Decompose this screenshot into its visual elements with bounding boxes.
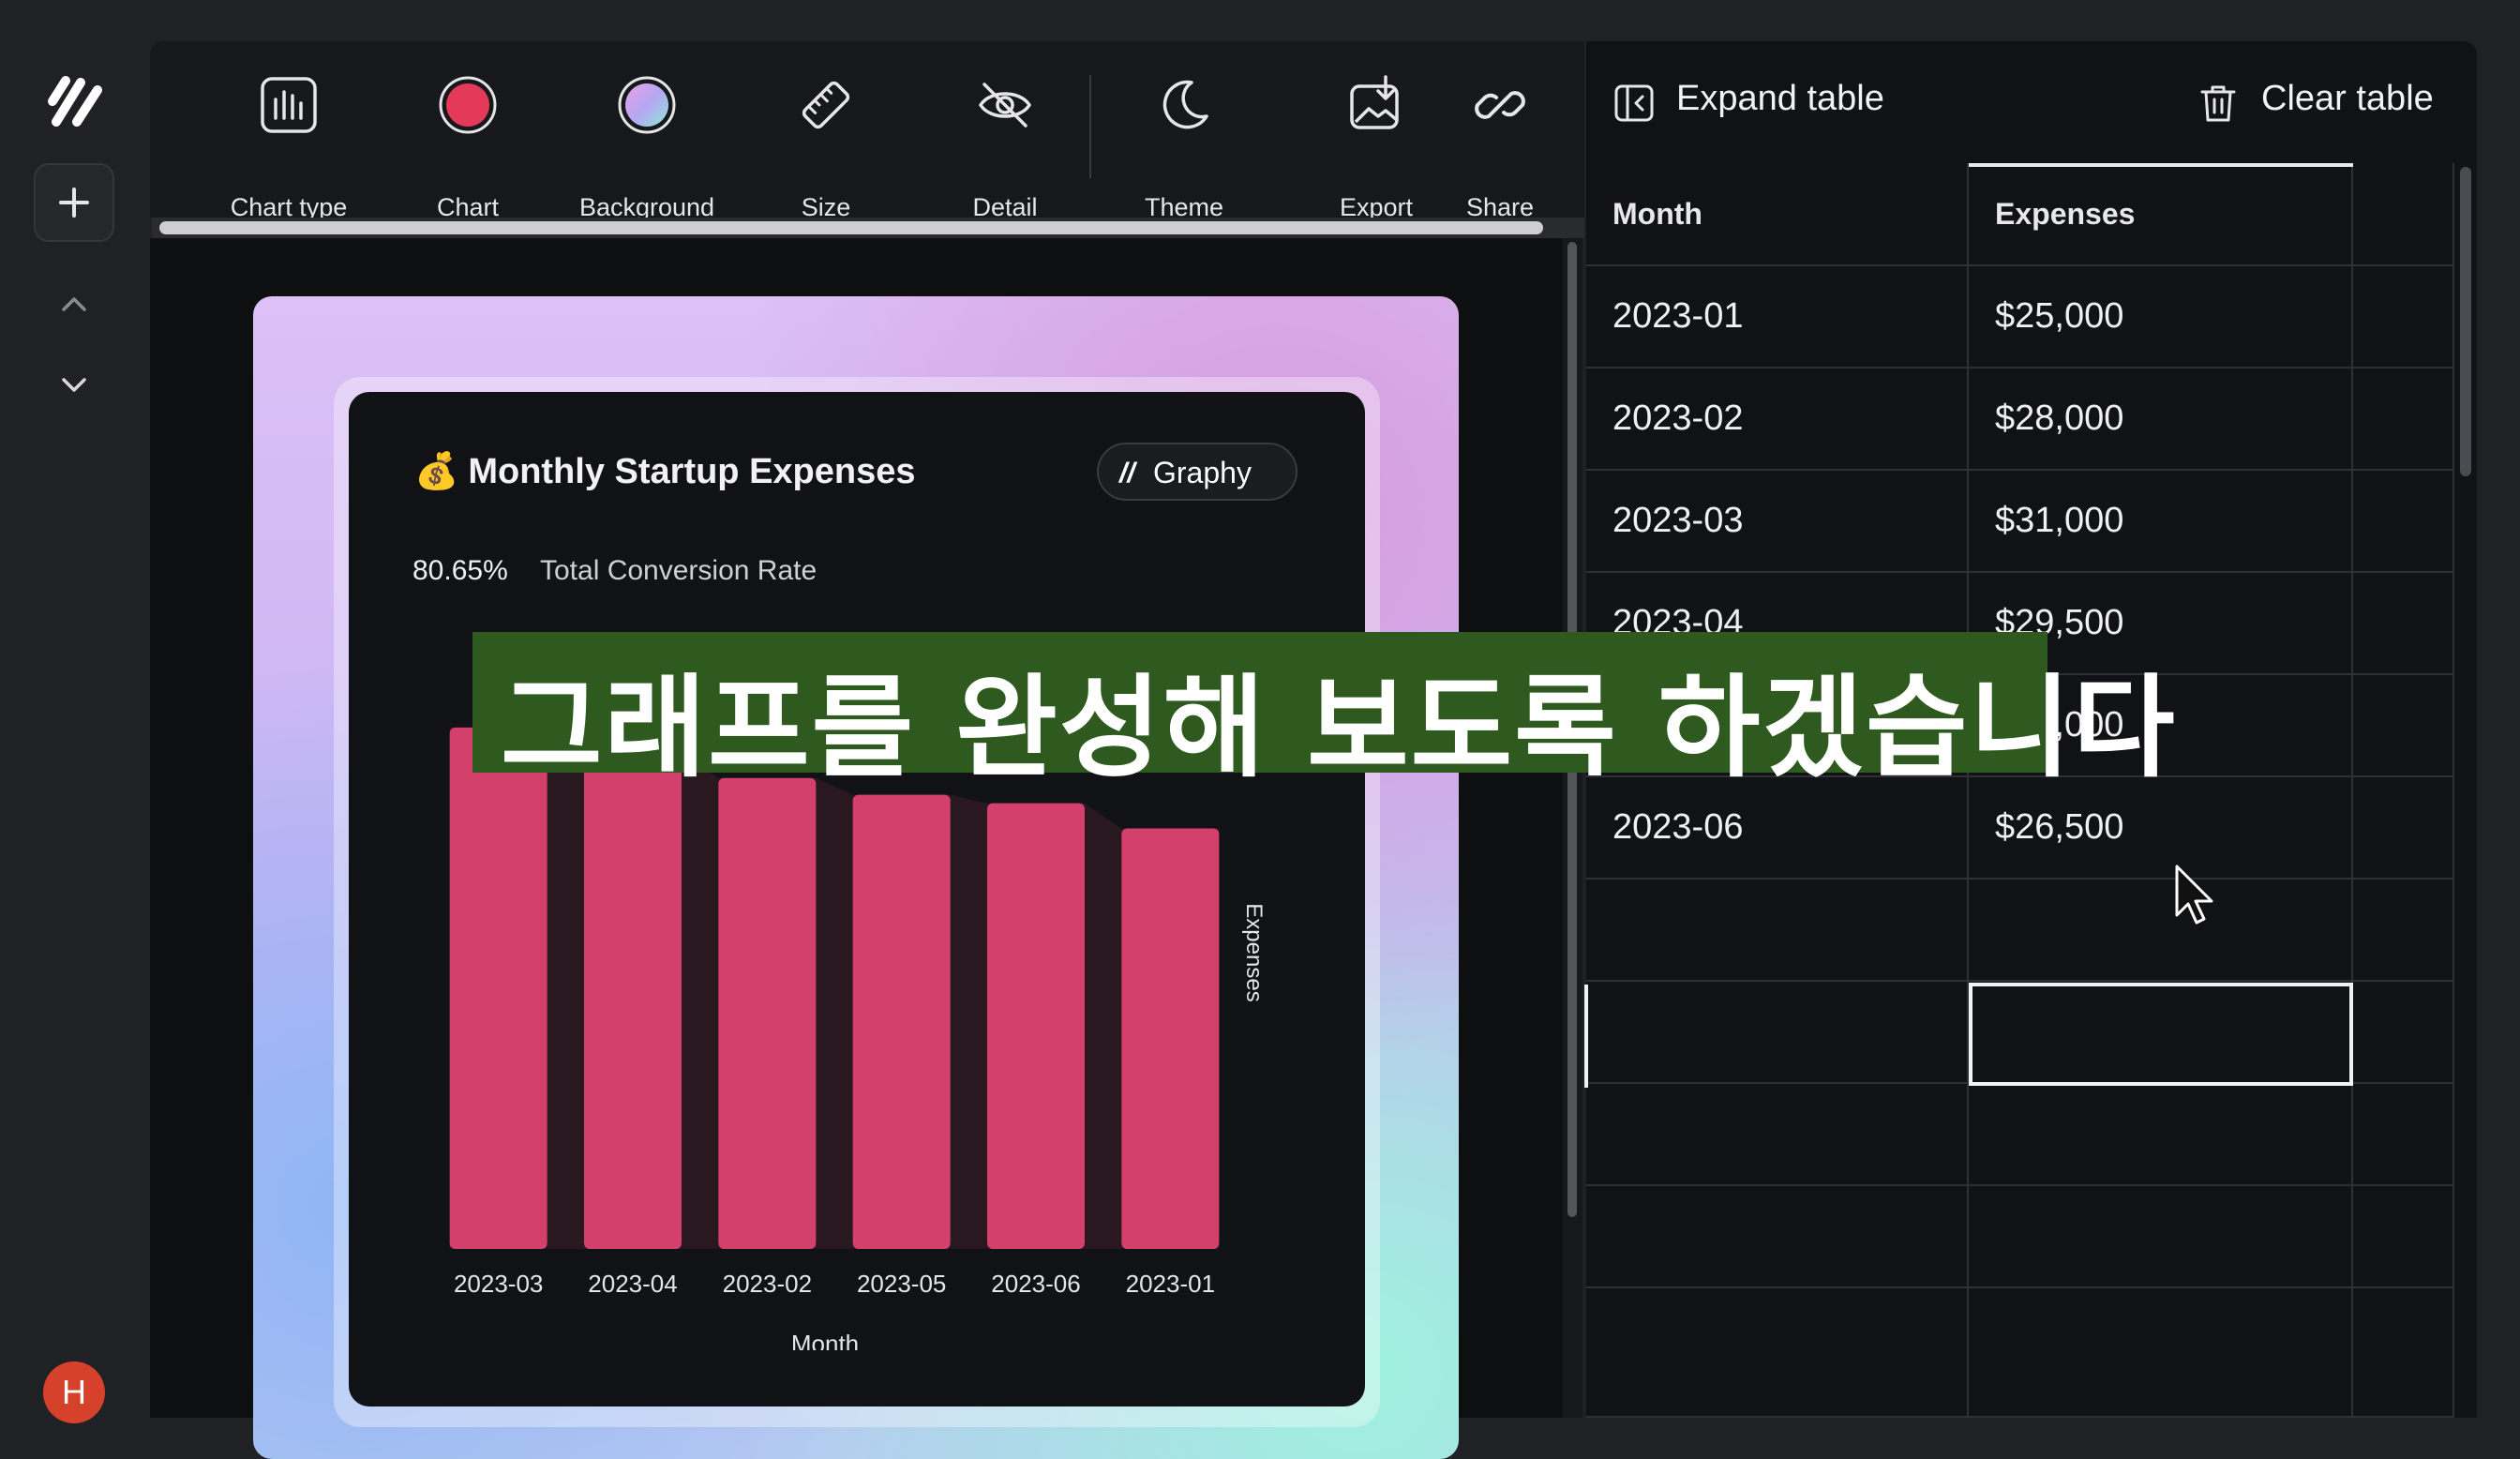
chart-title[interactable]: 💰 Monthly Startup Expenses xyxy=(414,450,916,493)
scroll-up-button[interactable] xyxy=(49,283,99,324)
table-cell[interactable] xyxy=(1586,1186,1969,1288)
horizontal-scrollbar-thumb[interactable] xyxy=(159,221,1543,234)
link-icon xyxy=(1475,91,1525,119)
bar-2023-01 xyxy=(1121,828,1220,1249)
bar-2023-05 xyxy=(852,794,951,1249)
x-axis-label: Month xyxy=(791,1330,859,1350)
toolbar-divider xyxy=(1089,75,1091,178)
table-cell[interactable] xyxy=(2353,982,2454,1084)
table-cell[interactable] xyxy=(1586,1084,1969,1186)
detail-button[interactable]: Detail xyxy=(921,41,1089,221)
x-tick-label: 2023-04 xyxy=(588,1270,677,1298)
column-header-expenses[interactable]: Expenses xyxy=(1969,163,2353,266)
bar-chart-icon xyxy=(261,77,317,133)
chart-color-button[interactable]: Chart xyxy=(383,41,552,221)
table-cell[interactable] xyxy=(1586,880,1969,982)
image-download-icon xyxy=(1350,75,1399,129)
x-tick-label: 2023-06 xyxy=(991,1270,1080,1298)
bar-2023-04 xyxy=(584,752,682,1249)
expand-table-label: Expand table xyxy=(1676,79,1884,118)
bar-shadow-area xyxy=(449,727,1220,1249)
graphy-mark-icon: // xyxy=(1119,458,1135,489)
bar-2023-03 xyxy=(449,727,548,1249)
table-cell[interactable]: $25,000 xyxy=(1969,266,2353,369)
chart-toolbar: Chart type Chart Background Size Detail … xyxy=(150,41,1584,221)
x-tick-label: 2023-05 xyxy=(857,1270,946,1298)
graphy-badge-text: Graphy xyxy=(1153,456,1252,489)
chart-type-button[interactable]: Chart type xyxy=(204,41,373,221)
bar-2023-02 xyxy=(718,777,817,1249)
table-cell[interactable] xyxy=(2353,1288,2454,1418)
table-cell[interactable] xyxy=(2353,1084,2454,1186)
column-header-active-indicator xyxy=(1969,163,2353,167)
moon-icon xyxy=(1162,80,1208,129)
scroll-down-button[interactable] xyxy=(49,364,99,405)
mouse-cursor-icon xyxy=(2175,865,2213,925)
x-tick-label: 2023-03 xyxy=(454,1270,543,1298)
table-vertical-scrollbar-thumb[interactable] xyxy=(2460,167,2471,476)
graphy-badge: // Graphy xyxy=(1097,443,1298,501)
table-cell[interactable] xyxy=(1969,1084,2353,1186)
expand-sidebar-icon xyxy=(1614,84,1654,122)
clear-table-label: Clear table xyxy=(2261,79,2434,118)
add-chart-button[interactable] xyxy=(34,163,114,242)
chevron-down-icon xyxy=(62,378,86,392)
column-header-empty[interactable] xyxy=(2353,163,2454,266)
table-cell[interactable]: $31,000 xyxy=(1969,471,2353,573)
subtitle-text: 그래프를 완성해 보도록 하겠습니다 xyxy=(501,663,2177,792)
eye-off-icon xyxy=(978,83,1032,128)
clear-table-button[interactable]: Clear table xyxy=(2199,75,2452,129)
size-button[interactable]: Size xyxy=(742,41,910,221)
column-header-month[interactable]: Month xyxy=(1586,163,1969,266)
row-selection-indicator xyxy=(1584,985,1588,1088)
plus-icon xyxy=(59,188,89,218)
money-bag-icon: 💰 xyxy=(414,452,459,491)
chevron-up-icon xyxy=(62,297,86,311)
table-cell[interactable] xyxy=(2353,369,2454,471)
table-cell[interactable] xyxy=(2353,777,2454,880)
table-cell[interactable] xyxy=(2353,880,2454,982)
kpi-label: Total Conversion Rate xyxy=(540,555,818,586)
table-cell[interactable] xyxy=(1969,880,2353,982)
table-cell[interactable] xyxy=(1969,1288,2353,1418)
trash-icon xyxy=(2200,85,2236,122)
expand-table-button[interactable]: Expand table xyxy=(1614,75,1914,129)
theme-button[interactable]: Theme xyxy=(1100,41,1268,221)
table-cell[interactable]: 2023-03 xyxy=(1586,471,1969,573)
background-button[interactable]: Background xyxy=(562,41,731,221)
table-cell[interactable] xyxy=(1586,982,1969,1084)
selected-cell[interactable] xyxy=(1969,983,2353,1086)
x-tick-label: 2023-02 xyxy=(723,1270,812,1298)
ruler-icon xyxy=(802,81,850,129)
graphy-logo-icon[interactable] xyxy=(43,73,105,129)
kpi-value: 80.65% xyxy=(412,555,508,586)
color-dot-icon xyxy=(439,76,497,134)
table-cell[interactable] xyxy=(1586,1288,1969,1418)
table-cell[interactable]: 2023-01 xyxy=(1586,266,1969,369)
table-cell[interactable] xyxy=(2353,471,2454,573)
y-axis-label: Expenses xyxy=(1241,903,1267,1001)
table-cell[interactable] xyxy=(2353,573,2454,675)
user-avatar[interactable]: H xyxy=(43,1361,105,1423)
table-cell[interactable] xyxy=(2353,266,2454,369)
chart-title-text: Monthly Startup Expenses xyxy=(468,452,916,491)
table-cell[interactable] xyxy=(2353,1186,2454,1288)
table-cell[interactable] xyxy=(1969,1186,2353,1288)
video-subtitle: 그래프를 완성해 보도록 하겠습니다 xyxy=(472,632,2175,792)
x-tick-label: 2023-01 xyxy=(1126,1270,1215,1298)
gradient-circle-icon xyxy=(618,76,676,134)
table-cell[interactable]: $28,000 xyxy=(1969,369,2353,471)
table-cell[interactable] xyxy=(2353,675,2454,777)
table-cell[interactable]: 2023-02 xyxy=(1586,369,1969,471)
bar-2023-06 xyxy=(987,803,1085,1249)
share-button[interactable]: Share xyxy=(1416,41,1584,221)
